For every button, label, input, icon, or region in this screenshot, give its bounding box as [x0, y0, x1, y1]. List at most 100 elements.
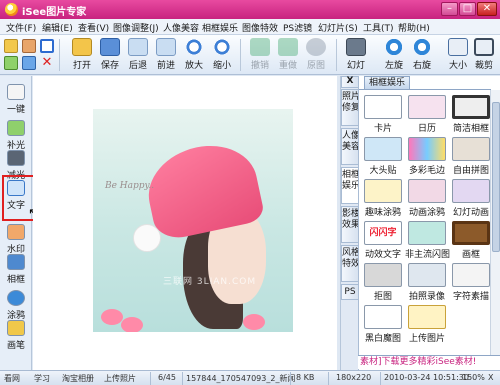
frame-item-flash[interactable]: 非主流闪图 — [405, 218, 450, 260]
scrollbar-thumb[interactable] — [492, 102, 500, 252]
material-download-link[interactable]: 素材]下载更多精彩iSee素材! — [358, 355, 500, 369]
fill-light-icon — [7, 120, 25, 136]
status-datetime: 2010-03-24 10:51:30 — [384, 373, 469, 382]
slideshow-button[interactable]: 幻灯 — [342, 37, 370, 73]
watermark-icon — [7, 224, 25, 240]
original-button[interactable]: 原图 — [302, 37, 330, 73]
rotate-right-icon — [412, 38, 432, 56]
menu-slideshow[interactable]: 幻灯片(S) — [318, 21, 358, 34]
tab-frame-fun[interactable]: 相框 娱乐 — [341, 167, 360, 204]
calendar-thumb — [408, 95, 446, 119]
left-tool-panel: 一键 补光 减光 文字 水印 相框 涂鸦 画笔 — [0, 76, 32, 370]
photo-caption: Be Happy.. — [105, 181, 155, 191]
menu-tools[interactable]: 工具(T) — [363, 21, 394, 34]
status-separator — [290, 372, 291, 385]
simple-frame-thumb — [452, 95, 490, 119]
frame-item-simple-frame[interactable]: 简洁相框 — [449, 92, 491, 134]
tab-portrait[interactable]: 人像 美容 — [341, 128, 360, 165]
app-logo-icon — [5, 3, 18, 16]
tool-brush[interactable]: 画笔 — [2, 318, 30, 354]
maximize-button[interactable]: □ — [459, 2, 476, 16]
minimize-button[interactable]: – — [441, 2, 458, 16]
tool-frame[interactable]: 相框 — [2, 252, 30, 288]
frame-item-calendar[interactable]: 日历 — [405, 92, 449, 134]
menu-help[interactable]: 帮助(H) — [398, 21, 430, 34]
zoom-out-button[interactable]: 缩小 — [208, 37, 236, 73]
open-button[interactable]: 打开 — [68, 37, 96, 73]
menu-adjust[interactable]: 图像调整(J) — [113, 21, 159, 34]
status-link-web[interactable]: 看网 — [4, 373, 20, 384]
status-separator — [182, 372, 183, 385]
redo-button[interactable]: 重做 — [274, 37, 302, 73]
frame-item-card[interactable]: 卡片 — [361, 92, 405, 134]
panel-tab-label[interactable]: 相框娱乐 — [364, 76, 410, 89]
frame-item-free-collage[interactable]: 自由拼图 — [449, 134, 491, 176]
select-icon[interactable] — [40, 39, 54, 53]
menu-frame[interactable]: 相框娱乐 — [202, 21, 238, 34]
frame-item-color-edge[interactable]: 多彩毛边 — [405, 134, 449, 176]
status-index: 6/45 — [158, 373, 176, 382]
frame-item-motion-text[interactable]: 闪闪字 动效文字 — [361, 218, 405, 260]
back-button[interactable]: 后退 — [124, 37, 152, 73]
menu-portrait[interactable]: 人像美容 — [163, 21, 199, 34]
hand-icon[interactable] — [22, 39, 36, 53]
frame-item-slide-anim[interactable]: 幻灯动画 — [449, 176, 491, 218]
free-collage-thumb — [452, 137, 490, 161]
motion-text-thumb: 闪闪字 — [364, 221, 402, 245]
tab-studio[interactable]: 影楼 效果 — [341, 206, 360, 243]
folder-small-icon[interactable] — [4, 39, 18, 53]
menu-file[interactable]: 文件(F) — [6, 21, 36, 34]
tab-ps[interactable]: PS — [341, 284, 359, 300]
frame-item-fun-doodle[interactable]: 趣味涂鸦 — [361, 176, 405, 218]
status-close[interactable]: X — [488, 373, 493, 382]
save-button[interactable]: 保存 — [96, 37, 124, 73]
status-bar: 看网 学习 淘宝相册 上传照片 6/45 157844_170547093_2_… — [0, 370, 500, 385]
rotate-right-button[interactable]: 右旋 — [408, 37, 436, 73]
frame-item-photo-sticker[interactable]: 大头贴 — [361, 134, 405, 176]
status-link-learn[interactable]: 学习 — [34, 373, 50, 384]
window-title: iSee图片专家 — [22, 7, 87, 18]
status-separator — [150, 372, 151, 385]
frame-item-char-sketch[interactable]: 字符素描 — [449, 260, 491, 302]
crop-button[interactable]: 裁剪 — [470, 37, 498, 73]
menu-ps-filter[interactable]: PS滤镜 — [283, 21, 312, 34]
frame-item-anim-doodle[interactable]: 动画涂鸦 — [405, 176, 449, 218]
upload-thumb — [408, 305, 446, 329]
brush-icon — [7, 320, 25, 336]
photo-sticker-thumb — [364, 137, 402, 161]
panel-close-tab[interactable]: X — [341, 76, 359, 88]
photo-preview[interactable]: Be Happy.. 三联网 3LIAN.COM — [93, 109, 293, 332]
forward-button[interactable]: 前进 — [152, 37, 180, 73]
delete-icon[interactable]: ✕ — [40, 56, 54, 70]
close-button[interactable]: ✕ — [477, 2, 497, 16]
status-link-taobao[interactable]: 淘宝相册 — [62, 373, 94, 384]
tool-one-click[interactable]: 一键 — [2, 82, 30, 118]
photo-pompom — [133, 224, 161, 252]
frame-item-camera[interactable]: 拍照录像 — [405, 260, 449, 302]
status-zoom: 150% — [462, 373, 485, 382]
tool-b-icon[interactable] — [22, 56, 36, 70]
panel-scrollbar[interactable] — [490, 90, 500, 356]
toolbar-separator — [336, 39, 337, 71]
menu-edit[interactable]: 编辑(E) — [42, 21, 73, 34]
menu-view[interactable]: 查看(V) — [78, 21, 109, 34]
menu-effects[interactable]: 图像特效 — [242, 21, 278, 34]
photo-watermark: 三联网 3LIAN.COM — [163, 277, 257, 287]
frame-item-reject[interactable]: 拒图 — [361, 260, 405, 302]
disk-icon — [100, 38, 120, 56]
frame-icon — [7, 254, 25, 270]
status-separator — [328, 372, 329, 385]
tool-a-icon[interactable] — [4, 56, 18, 70]
tab-style[interactable]: 风格 特效 — [341, 245, 360, 282]
frame-item-upload[interactable]: 上传图片 — [405, 302, 449, 344]
frame-item-bw-magic[interactable]: 黑白魔图 — [361, 302, 405, 344]
tab-photo-repair[interactable]: 照片 修复 — [341, 89, 360, 126]
undo-button[interactable]: 撤销 — [246, 37, 274, 73]
status-link-upload[interactable]: 上传照片 — [104, 373, 136, 384]
size-button[interactable]: 大小 — [444, 37, 472, 73]
frame-item-painting-frame[interactable]: 画框 — [449, 218, 491, 260]
card-thumb — [364, 95, 402, 119]
resize-icon — [448, 38, 468, 56]
rotate-left-button[interactable]: 左旋 — [380, 37, 408, 73]
zoom-in-button[interactable]: 放大 — [180, 37, 208, 73]
